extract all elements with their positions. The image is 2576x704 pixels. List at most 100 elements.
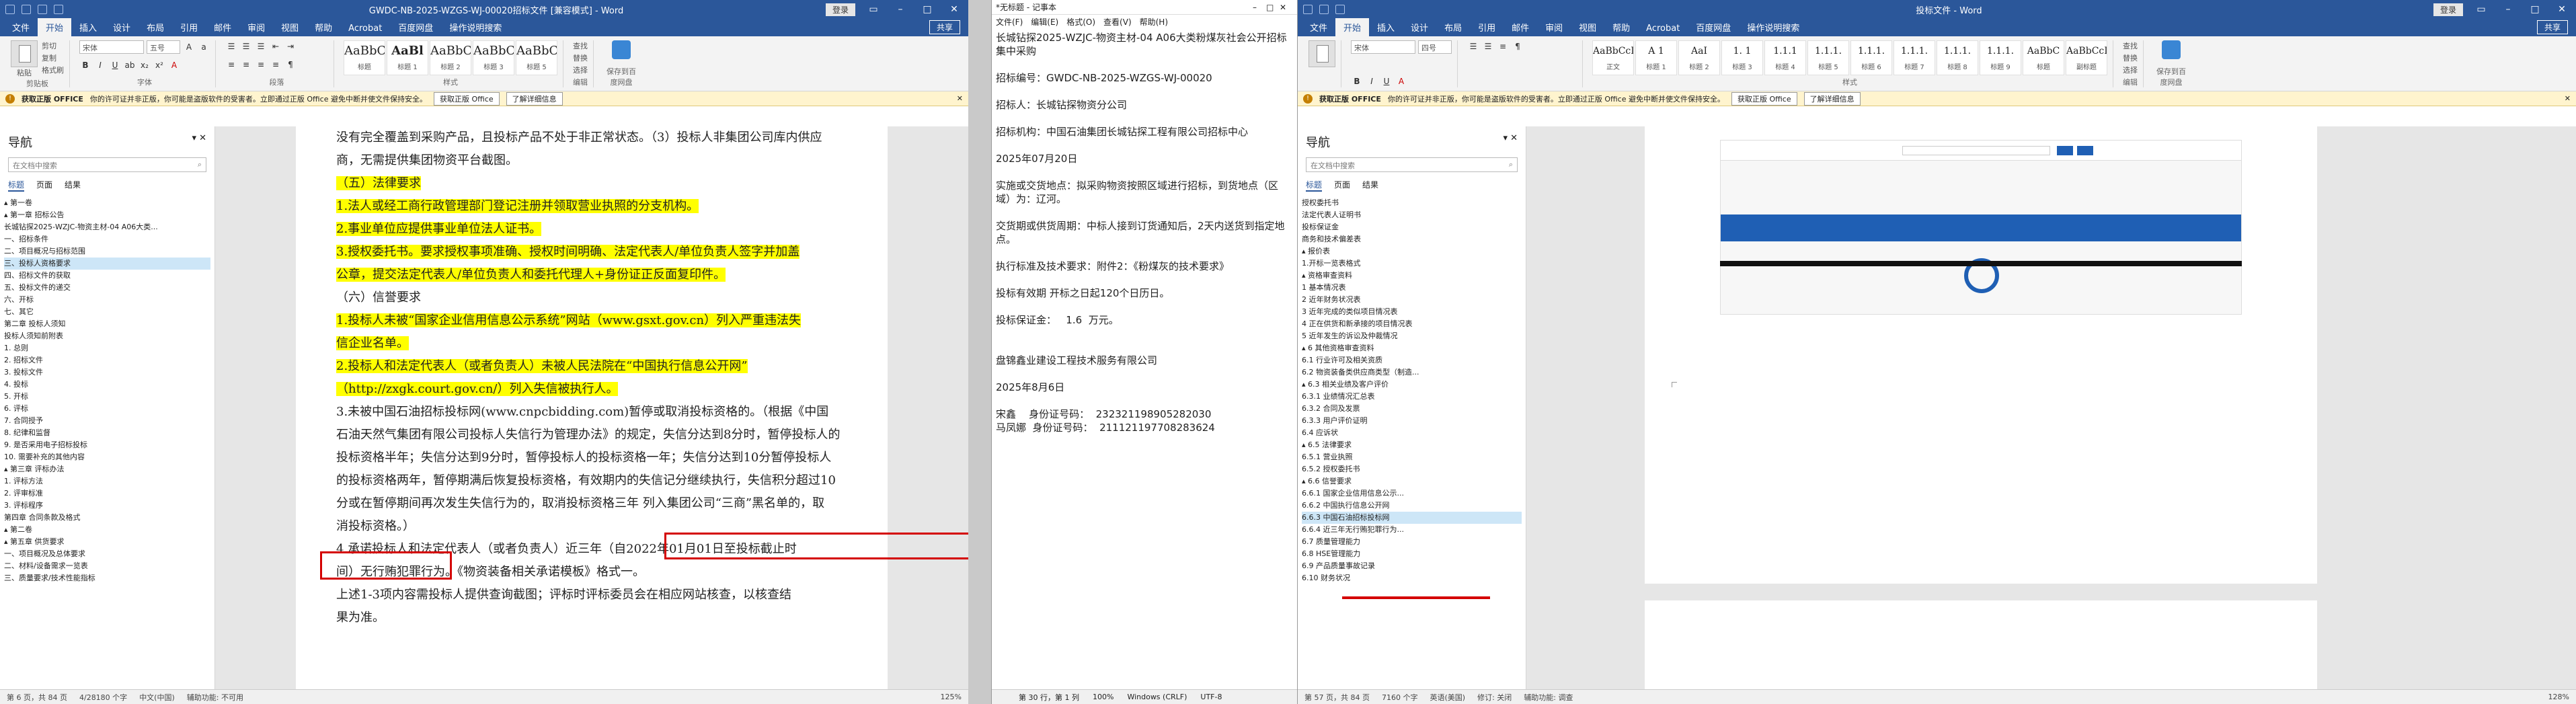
baidu-save-group[interactable]: 保存到百度网盘 (2148, 40, 2195, 87)
page-count[interactable]: 第 6 页，共 84 页 (7, 692, 67, 703)
font-color-icon[interactable]: A (168, 59, 180, 71)
font-size-select[interactable]: 五号 (147, 40, 180, 54)
nav-heading-item[interactable]: 2 近年财务状况表 (1302, 294, 1522, 306)
nav-heading-item[interactable]: 7. 合同授予 (4, 415, 210, 427)
autosave-icon[interactable] (5, 5, 15, 14)
nav-heading-item[interactable]: 6.2 物资装备类供应商类型（制造... (1302, 366, 1522, 379)
font-name-select[interactable]: 宋体 (79, 40, 144, 54)
multilevel-icon[interactable]: ☰ (255, 40, 267, 52)
select-button[interactable]: 选择 (2123, 65, 2138, 75)
italic-icon[interactable]: I (94, 59, 106, 71)
style-heading-1[interactable]: AaBl 标题 1 (387, 40, 428, 75)
nav-heading-item[interactable]: 6.6.2 中国执行信息公开网 (1302, 500, 1522, 512)
nav-heading-item[interactable]: 三、投标人资格要求 (4, 258, 210, 270)
tab-insert[interactable]: 插入 (71, 18, 105, 36)
signin-button[interactable]: 登录 (825, 3, 855, 16)
paste-icon[interactable] (11, 40, 38, 67)
style-gallery-item[interactable]: 1.1.1 标题 4 (1764, 40, 1806, 75)
underline-icon[interactable]: U (1380, 75, 1393, 87)
style-gallery-item[interactable]: A 1 标题 1 (1635, 40, 1677, 75)
nav-heading-item[interactable]: 3. 投标文件 (4, 366, 210, 379)
nav-heading-item[interactable]: 商务和技术偏差表 (1302, 233, 1522, 245)
nav-heading-item[interactable]: 第四章 合同条款及格式 (4, 512, 210, 524)
nav-heading-item[interactable]: 3. 评标程序 (4, 500, 210, 512)
maximize-button[interactable]: □ (1266, 3, 1280, 12)
tab-home[interactable]: 开始 (38, 18, 72, 36)
menu-format[interactable]: 格式(O) (1066, 16, 1095, 28)
minimize-button[interactable]: – (1253, 3, 1266, 12)
nav-heading-item[interactable]: 一、项目概况及总体要求 (4, 548, 210, 560)
nav-heading-item[interactable]: 1. 总则 (4, 342, 210, 354)
bold-icon[interactable]: B (79, 59, 91, 71)
align-right-icon[interactable]: ≡ (255, 58, 267, 71)
share-button[interactable]: 共享 (2536, 20, 2568, 34)
word-count[interactable]: 4/28180 个字 (79, 692, 127, 703)
nav-heading-item[interactable]: 1 基本情况表 (1302, 282, 1522, 294)
nav-heading-item[interactable]: 6.6.1 国家企业信用信息公示... (1302, 487, 1522, 500)
style-gallery-item[interactable]: 1. 1 标题 3 (1721, 40, 1763, 75)
page-count[interactable]: 第 57 页，共 84 页 (1304, 692, 1370, 703)
nav-heading-item[interactable]: 4. 投标 (4, 379, 210, 391)
nav-heading-item[interactable]: 二、材料/设备需求一览表 (4, 560, 210, 572)
style-gallery-item[interactable]: 1.1.1. 标题 5 (1807, 40, 1849, 75)
tab-acrobat[interactable]: Acrobat (1638, 21, 1688, 36)
get-office-button[interactable]: 获取正版 Office (1731, 91, 1797, 106)
numbering-icon[interactable]: ☰ (1482, 40, 1494, 52)
nav-heading-item[interactable]: 一、招标条件 (4, 233, 210, 245)
nav-heading-item[interactable]: 七、其它 (4, 306, 210, 318)
bold-icon[interactable]: B (1351, 75, 1363, 87)
nav-heading-item[interactable]: 6.8 HSE管理能力 (1302, 548, 1522, 560)
document-page-next[interactable] (1645, 600, 2317, 689)
underline-icon[interactable]: U (109, 59, 121, 71)
subscript-icon[interactable]: x₂ (139, 59, 151, 71)
nav-heading-item[interactable]: ▴ 资格审查资料 (1302, 270, 1522, 282)
tab-file[interactable]: 文件 (4, 18, 38, 36)
style-title[interactable]: AaBbC 标题 (344, 40, 385, 75)
nav-heading-item[interactable]: 四、招标文件的获取 (4, 270, 210, 282)
tab-home[interactable]: 开始 (1335, 18, 1370, 36)
nav-heading-item[interactable]: 6. 评标 (4, 403, 210, 415)
show-marks-icon[interactable]: ¶ (1512, 40, 1524, 52)
baidu-save-group[interactable]: 保存到百度网盘 (598, 40, 645, 87)
nav-heading-item[interactable]: 9. 是否采用电子招标投标 (4, 439, 210, 451)
nav-heading-item[interactable]: 6.4 应诉状 (1302, 427, 1522, 439)
font-name-select[interactable]: 宋体 (1351, 40, 1415, 54)
nav-heading-item[interactable]: 4 正在供货和新承接的项目情况表 (1302, 318, 1522, 330)
nav-heading-item[interactable]: ▴ 第一卷 (4, 197, 210, 209)
nav-heading-item[interactable]: 法定代表人证明书 (1302, 209, 1522, 221)
nav-heading-item[interactable]: 8. 纪律和监督 (4, 427, 210, 439)
nav-tab-results[interactable]: 结果 (1362, 179, 1378, 192)
tab-view[interactable]: 视图 (273, 18, 307, 36)
nav-heading-item[interactable]: ▴ 第二卷 (4, 524, 210, 536)
redo-icon[interactable] (54, 5, 63, 14)
word-count[interactable]: 7160 个字 (1382, 692, 1418, 703)
nav-heading-item[interactable]: 二、项目概况与招标范围 (4, 245, 210, 258)
style-gallery-item[interactable]: AaI 标题 2 (1678, 40, 1720, 75)
nav-heading-item[interactable]: 5. 开标 (4, 391, 210, 403)
save-icon[interactable] (22, 5, 31, 14)
cut-button[interactable]: 剪切 (42, 40, 64, 51)
nav-heading-item[interactable]: ▴ 第五章 供货要求 (4, 536, 210, 548)
nav-heading-item[interactable]: 6.3.3 用户评价证明 (1302, 415, 1522, 427)
redo-icon[interactable] (1335, 5, 1345, 14)
superscript-icon[interactable]: x² (153, 59, 165, 71)
tab-mailings[interactable]: 邮件 (1504, 18, 1537, 36)
close-message-icon[interactable]: ✕ (957, 94, 963, 103)
maximize-button[interactable]: □ (2526, 4, 2544, 15)
nav-heading-item[interactable]: 投标保证金 (1302, 221, 1522, 233)
nav-heading-item[interactable]: ▴ 第三章 评标办法 (4, 463, 210, 475)
menu-edit[interactable]: 编辑(E) (1031, 16, 1058, 28)
nav-heading-item[interactable]: 6.10 财务状况 (1302, 572, 1522, 584)
nav-heading-item[interactable]: ▴ 第一章 招标公告 (4, 209, 210, 221)
style-gallery-item[interactable]: 1.1.1. 标题 7 (1894, 40, 1935, 75)
ribbon-display-icon[interactable]: ▭ (865, 4, 882, 15)
tell-me-search[interactable]: 操作说明搜索 (441, 18, 510, 36)
nav-heading-item[interactable]: 2. 评审标准 (4, 487, 210, 500)
tab-review[interactable]: 审阅 (239, 18, 273, 36)
strikethrough-icon[interactable]: ab (124, 59, 136, 71)
nav-heading-item[interactable]: 投标人须知前附表 (4, 330, 210, 342)
grow-font-icon[interactable]: A (183, 41, 195, 53)
tab-baidu[interactable]: 百度网盘 (390, 18, 441, 36)
zoom-level[interactable]: 125% (941, 693, 962, 701)
nav-heading-item[interactable]: 6.5.2 授权委托书 (1302, 463, 1522, 475)
